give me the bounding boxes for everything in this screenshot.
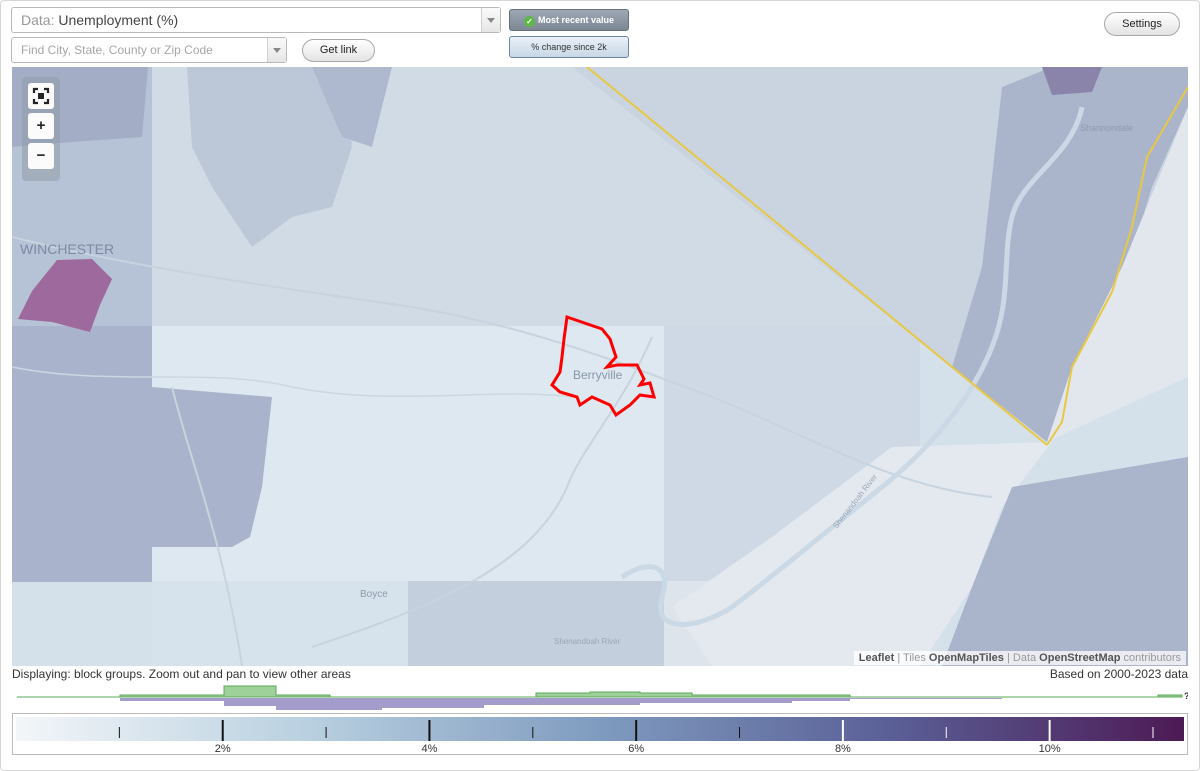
place-label-winchester: WINCHESTER: [20, 241, 115, 257]
color-legend: 2% 4% 6% 8% 10%: [12, 713, 1188, 755]
block-group-west: [12, 326, 152, 582]
data-select-value: Unemployment (%): [58, 12, 179, 28]
leaflet-link[interactable]: Leaflet: [859, 652, 894, 664]
displaying-status: Displaying: block groups. Zoom out and p…: [12, 667, 351, 681]
most-recent-value-toggle[interactable]: ✓ Most recent value: [509, 9, 629, 31]
location-search-input[interactable]: Find City, State, County or Zip Code: [11, 37, 287, 63]
place-label-boyce: Boyce: [360, 589, 388, 600]
openstreetmap-link[interactable]: OpenStreetMap: [1039, 652, 1120, 664]
attrib-suffix: contributors: [1120, 652, 1181, 664]
settings-button[interactable]: Settings: [1104, 12, 1180, 36]
get-link-button[interactable]: Get link: [302, 39, 375, 62]
legend-graphic: 2% 4% 6% 8% 10%: [16, 717, 1184, 755]
place-label-shannondale: Shannondale: [1080, 123, 1134, 133]
most-recent-label: Most recent value: [537, 15, 615, 25]
distribution-histogram: ?: [17, 685, 1188, 710]
check-icon: ✓: [523, 16, 535, 27]
data-select[interactable]: Data: Unemployment (%): [11, 7, 501, 33]
histogram-unknown-marker: ?: [1184, 691, 1188, 701]
legend-tick-label-4: 10%: [1039, 743, 1061, 755]
data-select-label: Data:: [21, 12, 55, 28]
map-layers: [12, 67, 1188, 666]
data-range-status: Based on 2000-2023 data: [1049, 667, 1188, 681]
legend-tick-label-3: 8%: [835, 743, 851, 755]
zoom-control: + −: [22, 77, 60, 181]
histogram-all-areas: [17, 698, 1182, 710]
histogram-selected-area: [17, 685, 1183, 698]
attrib-tiles-prefix: | Tiles: [894, 652, 929, 664]
map-attribution: Leaflet | Tiles OpenMapTiles | Data Open…: [853, 651, 1186, 665]
zoom-in-button[interactable]: +: [28, 113, 54, 139]
map-view[interactable]: WINCHESTER Berryville Shannondale Boyce …: [12, 67, 1188, 666]
attrib-data-prefix: | Data: [1003, 652, 1040, 664]
fullscreen-icon[interactable]: [28, 83, 54, 109]
legend-tick-label-1: 4%: [421, 743, 437, 755]
chevron-down-icon[interactable]: [267, 38, 286, 62]
openmaptiles-link[interactable]: OpenMapTiles: [929, 652, 1004, 664]
legend-color-ramp: [16, 717, 1184, 741]
fullscreen-icon-glyph: [32, 87, 50, 105]
legend-tick-label-2: 6%: [628, 743, 644, 755]
place-label-berryville: Berryville: [573, 368, 623, 382]
river-label: Shenandoah River: [554, 637, 621, 646]
chevron-down-icon[interactable]: [481, 8, 500, 32]
search-placeholder: Find City, State, County or Zip Code: [21, 43, 213, 57]
legend-tick-label-0: 2%: [215, 743, 231, 755]
percent-change-toggle[interactable]: % change since 2k: [509, 36, 629, 58]
zoom-out-button[interactable]: −: [28, 143, 54, 169]
